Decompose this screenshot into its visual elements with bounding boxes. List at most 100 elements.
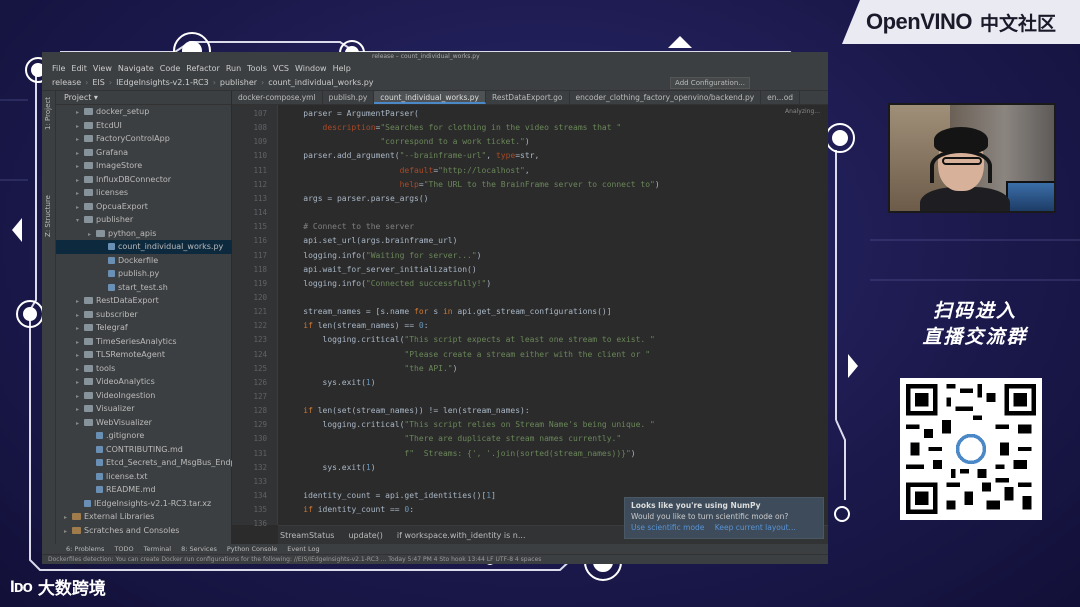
structure-tool-button[interactable]: Z: Structure <box>44 195 52 237</box>
code-editor[interactable]: Analyzing... parser = ArgumentParser( de… <box>278 105 828 525</box>
tree-item[interactable]: ▸ RestDataExport <box>56 294 232 308</box>
tree-item[interactable]: ▸ InfluxDBConnector <box>56 173 232 187</box>
expand-icon: ▸ <box>76 109 80 116</box>
lib-icon <box>72 513 81 520</box>
menu-item-file[interactable]: File <box>52 63 65 75</box>
menu-item-navigate[interactable]: Navigate <box>118 63 154 75</box>
tree-item[interactable]: Dockerfile <box>56 254 232 268</box>
tree-item[interactable]: count_individual_works.py <box>56 240 232 254</box>
editor-tab[interactable]: en...od <box>761 91 801 104</box>
code-line: sys.exit(1) <box>284 463 376 472</box>
menu-item-refactor[interactable]: Refactor <box>186 63 220 75</box>
tree-item-label: Grafana <box>96 147 129 157</box>
nav-crumb[interactable]: release <box>52 78 81 87</box>
tree-item[interactable]: ▸ External Libraries <box>56 510 232 524</box>
menu-item-help[interactable]: Help <box>333 63 351 75</box>
tree-item-label: Dockerfile <box>118 255 159 265</box>
tree-item[interactable]: .gitignore <box>56 429 232 443</box>
bottom-tab[interactable]: Python Console <box>227 544 277 554</box>
tree-item[interactable]: ▸ subscriber <box>56 308 232 322</box>
bottom-tab[interactable]: 6: Problems <box>66 544 104 554</box>
line-number: 122 <box>253 321 267 331</box>
bottom-tab[interactable]: 8: Services <box>181 544 217 554</box>
line-number: 115 <box>253 222 267 232</box>
code-line: logging.critical("This script expects at… <box>284 335 655 344</box>
tree-item[interactable]: ▸ Visualizer <box>56 402 232 416</box>
bottom-tab[interactable]: Event Log <box>287 544 319 554</box>
qr-title-line1: 扫码进入 <box>932 300 1017 322</box>
code-line: if identity_count == 0: <box>284 505 414 514</box>
tree-item[interactable]: license.txt <box>56 470 232 484</box>
editor-tab-bar: docker-compose.yml publish.py count_indivi… <box>232 91 828 105</box>
file-icon <box>96 472 103 480</box>
tree-item[interactable]: ▸ VideoIngestion <box>56 389 232 403</box>
code-crumb[interactable]: StreamStatus <box>280 531 334 540</box>
tree-item[interactable]: ▸ TLSRemoteAgent <box>56 348 232 362</box>
bottom-tab[interactable]: TODO <box>114 544 133 554</box>
nav-crumb[interactable]: publisher <box>220 78 257 87</box>
expand-icon: ▸ <box>76 325 80 332</box>
menu-item-view[interactable]: View <box>93 63 112 75</box>
tree-item[interactable]: ▸ FactoryControlApp <box>56 132 232 146</box>
line-number: 118 <box>253 264 267 274</box>
menu-item-vcs[interactable]: VCS <box>273 63 289 75</box>
code-token: sys.exit( <box>284 462 366 472</box>
nav-crumb[interactable]: EIS <box>92 78 105 87</box>
tree-item[interactable]: ▸ licenses <box>56 186 232 200</box>
editor-tab[interactable]: encoder_clothing_factory_openvino/backen… <box>570 91 762 104</box>
brand-sub: 中文社区 <box>980 12 1057 35</box>
editor-tab[interactable]: RestDataExport.go <box>486 91 570 104</box>
tree-item[interactable]: ▸ OpcuaExport <box>56 200 232 214</box>
code-token: logging.critical( <box>284 420 405 430</box>
tree-item[interactable]: CONTRIBUTING.md <box>56 443 232 457</box>
tree-item[interactable]: README.md <box>56 483 232 497</box>
code-line: stream_names = [s.name for s in api.get_… <box>284 307 611 317</box>
tree-item[interactable]: ▾ publisher <box>56 213 232 227</box>
tree-item[interactable]: ▸ Telegraf <box>56 321 232 335</box>
tree-item-label: TLSRemoteAgent <box>96 350 165 359</box>
tree-item[interactable]: IEdgeInsights-v2.1-RC3.tar.xz <box>56 497 232 511</box>
tree-item-label: license.txt <box>106 471 148 481</box>
editor-tab[interactable]: publish.py <box>323 91 375 104</box>
project-tool-button[interactable]: 1: Project <box>44 97 52 130</box>
tree-item[interactable]: ▸ WebVisualizer <box>56 416 232 430</box>
nav-crumb[interactable]: count_individual_works.py <box>268 78 373 87</box>
use-scientific-mode-link[interactable]: Use scientific mode <box>631 523 704 532</box>
webcam-feed <box>888 103 1056 213</box>
nav-crumb[interactable]: IEdgeInsights-v2.1-RC3 <box>116 78 209 87</box>
menu-item-run[interactable]: Run <box>226 63 241 75</box>
status-bar: Dockerfiles detection: You can create Do… <box>42 554 828 564</box>
tree-item[interactable]: ▸ tools <box>56 362 232 376</box>
tree-item[interactable]: ▸ python_apis <box>56 227 232 241</box>
code-token: in <box>442 307 453 317</box>
code-crumb[interactable]: update() <box>348 531 382 540</box>
tree-item[interactable]: ▸ EtcdUI <box>56 119 232 133</box>
code-crumb[interactable]: if workspace.with_identity is n... <box>397 531 526 540</box>
tree-item[interactable]: ▸ VideoAnalytics <box>56 375 232 389</box>
tree-item[interactable]: ▸ Scratches and Consoles <box>56 524 232 538</box>
menu-item-code[interactable]: Code <box>160 63 180 75</box>
menu-item-tools[interactable]: Tools <box>247 63 267 75</box>
menu-item-edit[interactable]: Edit <box>71 63 87 75</box>
tree-item[interactable]: publish.py <box>56 267 232 281</box>
code-line: if len(set(stream_names)) != len(stream_… <box>284 406 529 415</box>
analyzing-indicator: Analyzing... <box>785 108 820 115</box>
editor-tab[interactable]: count_individual_works.py <box>374 91 486 104</box>
tree-item[interactable]: Etcd_Secrets_and_MsgBus_Endpoin <box>56 456 232 470</box>
add-configuration-button[interactable]: Add Configuration... <box>670 77 750 89</box>
tree-item[interactable]: ▸ Grafana <box>56 146 232 160</box>
tree-item[interactable]: ▸ TimeSeriesAnalytics <box>56 335 232 349</box>
tree-item[interactable]: ▸ docker_setup <box>56 105 232 119</box>
editor-tab[interactable]: docker-compose.yml <box>232 91 323 104</box>
code-line: help="The URL to the BrainFrame server t… <box>284 180 660 189</box>
line-number: 114 <box>253 208 267 218</box>
expand-icon: ▸ <box>76 136 80 143</box>
tree-item[interactable]: start_test.sh <box>56 281 232 295</box>
menu-item-window[interactable]: Window <box>295 63 327 75</box>
tree-item[interactable]: ▸ ImageStore <box>56 159 232 173</box>
bottom-tab[interactable]: Terminal <box>144 544 171 554</box>
keep-layout-link[interactable]: Keep current layout... <box>715 523 796 532</box>
project-panel-header[interactable]: Project ▾ <box>56 91 231 105</box>
